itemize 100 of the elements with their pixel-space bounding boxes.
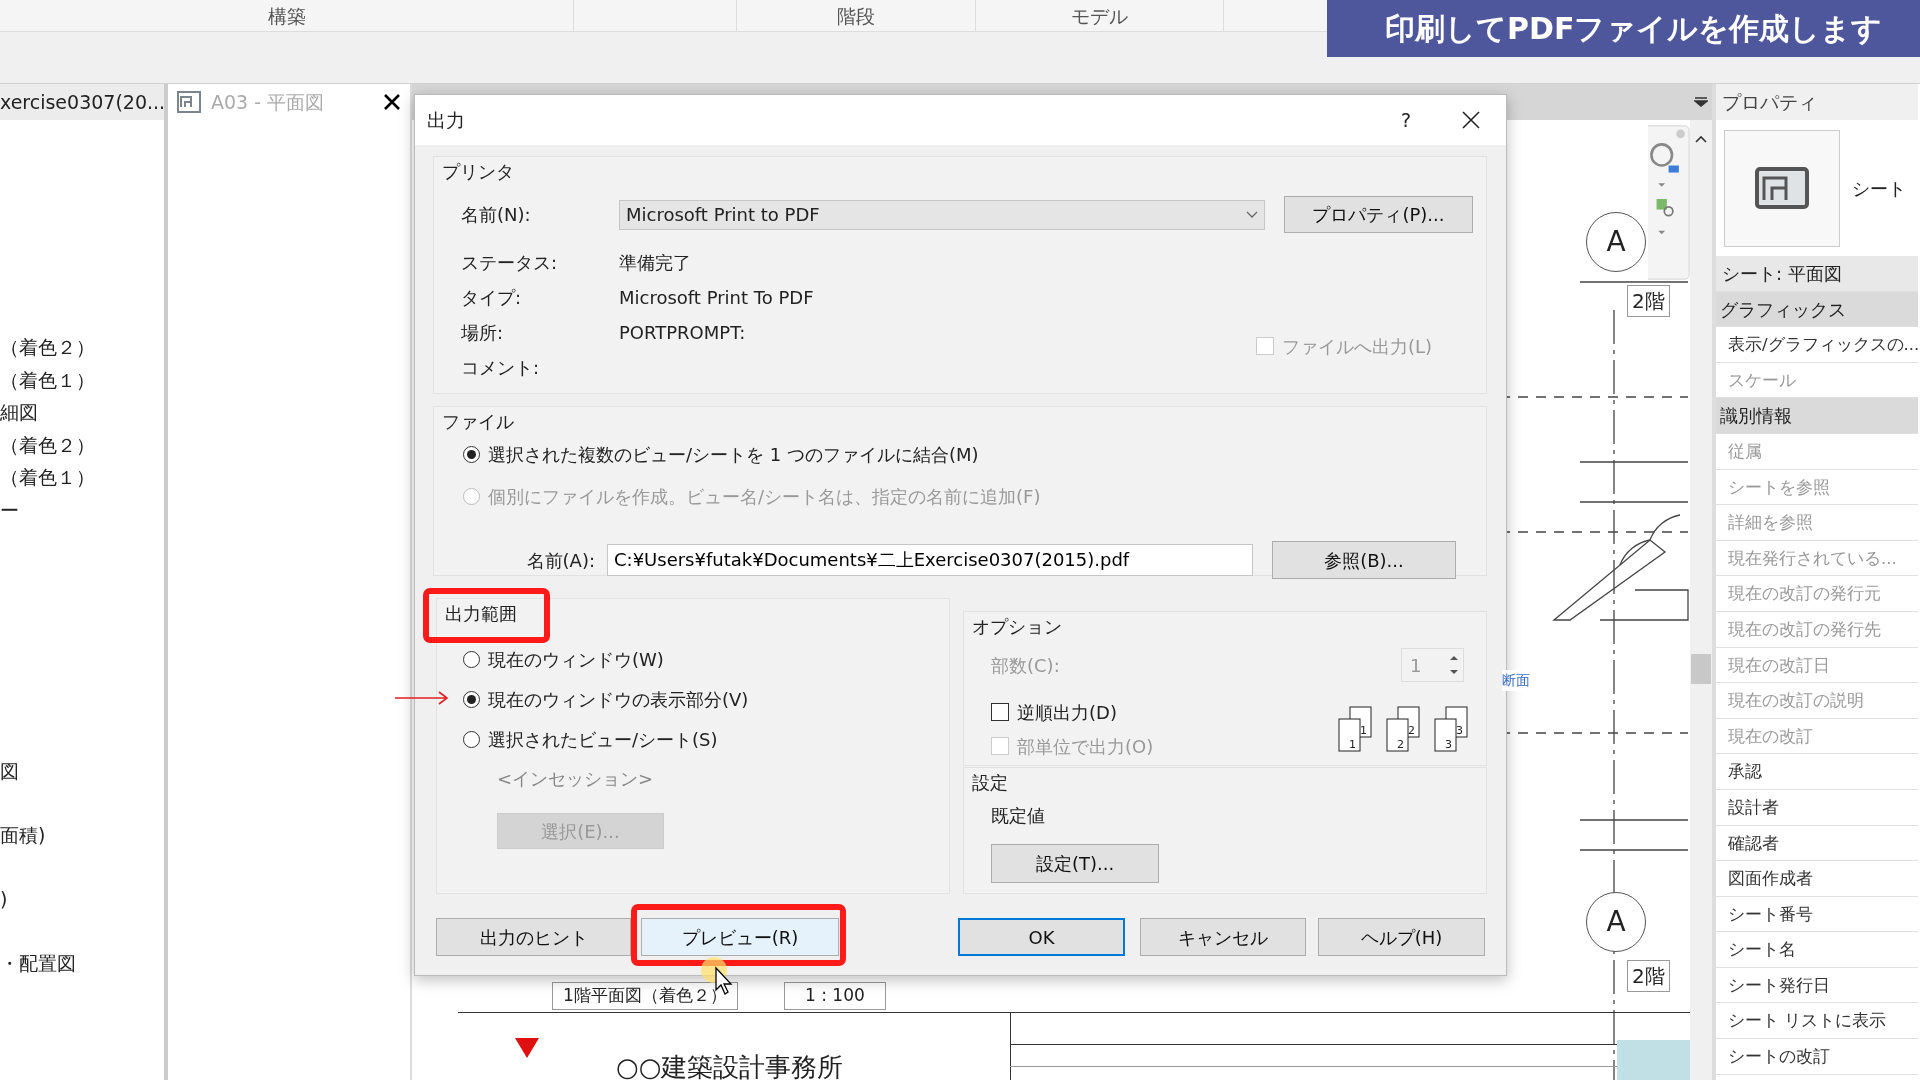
property-label: シート名 (1716, 932, 1918, 968)
dialog-title: 出力 (427, 107, 465, 133)
file-name-field[interactable]: C:¥Users¥futak¥Documents¥二上Exercise0307(2015).pdf (607, 544, 1253, 576)
field-label: 名前(A): (525, 548, 596, 573)
arrow-icon (395, 691, 449, 705)
triangle-marker-icon (515, 1038, 539, 1058)
dropdown-value: Microsoft Print to PDF (626, 203, 820, 227)
group-label: 出力範囲 (444, 603, 517, 625)
property-label: シート番号 (1716, 896, 1918, 933)
group-label: オプション (971, 616, 1062, 638)
property-label: 詳細を参照 (1716, 505, 1918, 541)
level-tag: 2階 (1627, 960, 1670, 992)
property-label: 設計者 (1716, 789, 1918, 826)
radio-label: 個別にファイルを作成。ビュー名/シート名は、指定の名前に追加(F) (488, 484, 1041, 509)
radio-button[interactable] (463, 650, 480, 668)
field-label: コメント: (461, 356, 541, 380)
settings-button[interactable]: 設定(T)... (991, 844, 1159, 883)
category-header[interactable]: 識別情報 (1716, 398, 1918, 434)
tooltip-banner: 印刷してPDFファイルを作成します (1327, 0, 1920, 57)
property-label: 現在の改訂 (1716, 718, 1918, 755)
group-label: ファイル (441, 411, 514, 433)
radio-label: 選択された複数のビュー/シートを 1 つのファイルに結合(M) (488, 442, 979, 467)
spinner-value: 1 (1410, 653, 1422, 678)
dialog-button[interactable]: キャンセル (1140, 918, 1306, 956)
help-button[interactable]: ? (1376, 105, 1436, 135)
section-label: 断面 (1502, 670, 1530, 691)
tree-item[interactable]: ー (0, 493, 164, 526)
ribbon-tab[interactable]: モデル (976, 0, 1224, 31)
property-label: シートを参照 (1716, 469, 1918, 506)
group-label: 設定 (971, 772, 1008, 794)
property-label: 図面作成者 (1716, 861, 1918, 897)
scale-label: 1 : 100 (784, 982, 886, 1010)
field-value: PORTPROMPT: (619, 321, 746, 345)
tree-item[interactable]: （着色１） (0, 461, 164, 494)
grid-bubble: A (1586, 892, 1646, 952)
sheet-icon (1754, 166, 1810, 210)
tree-item[interactable]: 細図 (0, 396, 164, 429)
radio-button[interactable] (463, 445, 480, 463)
radio-label: 選択されたビュー/シート(S) (488, 727, 718, 752)
tree-item[interactable]: 図 (0, 755, 164, 819)
field-label: 場所: (461, 321, 505, 345)
property-label: 現在の改訂日 (1716, 647, 1918, 684)
radio-button[interactable] (463, 690, 480, 708)
panel-title: プロパティ (1722, 89, 1817, 115)
radio-button[interactable] (463, 730, 480, 748)
browse-button[interactable]: 参照(B)... (1272, 541, 1456, 579)
office-name: ○○建築設計事務所 (616, 1052, 844, 1080)
dropdown-icon[interactable] (1694, 97, 1708, 107)
property-label: 現在の改訂の発行先 (1716, 611, 1918, 648)
property-label: シートの改訂 (1716, 1039, 1918, 1075)
scrollbar-thumb[interactable] (1691, 654, 1711, 684)
chevron-up-icon[interactable] (1694, 134, 1708, 144)
group-label: プリンタ (441, 161, 514, 183)
level-tag: 2階 (1627, 285, 1670, 317)
property-label: 従属 (1716, 433, 1918, 470)
field-value: Microsoft Print To PDF (619, 286, 814, 310)
property-label: 承認 (1716, 754, 1918, 790)
close-icon[interactable] (1462, 111, 1480, 129)
dialog-button[interactable]: プレビュー(R) (641, 918, 839, 956)
checkbox-label: ファイルへ出力(L) (1282, 334, 1433, 359)
instance-selector[interactable]: シート: 平面図 (1716, 256, 1918, 292)
tree-item[interactable]: （着色２） (0, 428, 164, 461)
tree-item[interactable]: （着色１） (0, 363, 164, 396)
tree-item[interactable]: 面積) (0, 819, 164, 883)
settings-value: 既定値 (990, 804, 1046, 828)
tree-item[interactable]: ・配置図 (0, 947, 164, 1011)
tree-item[interactable]: （着色２） (0, 331, 164, 364)
ribbon-tab[interactable]: 構築 (0, 0, 574, 31)
radio-label: 現在のウィンドウ(W) (488, 647, 664, 672)
checkbox-label: 逆順出力(D) (1017, 700, 1117, 725)
type-name: シート (1852, 176, 1906, 201)
property-label: 現在発行されている... (1716, 540, 1918, 577)
dialog-button[interactable]: 出力のヒント (436, 918, 631, 956)
grid-bubble: A (1586, 212, 1646, 272)
sheet-icon (176, 90, 202, 114)
property-label: 現在の改訂の発行元 (1716, 576, 1918, 612)
selection-name: <インセッション> (496, 767, 655, 791)
property-label: シート発行日 (1716, 967, 1918, 1004)
category-header[interactable]: グラフィックス (1716, 291, 1918, 328)
tree-item[interactable]: ) (0, 883, 164, 947)
printer-dropdown[interactable]: Microsoft Print to PDF (619, 199, 1265, 230)
field-label: タイプ: (461, 286, 523, 310)
chevron-down-icon (1246, 210, 1258, 219)
checkbox-label: 部単位で出力(O) (1017, 734, 1154, 759)
dialog-button[interactable]: OK (958, 918, 1125, 956)
property-label: シート リストに表示 (1716, 1003, 1918, 1040)
dialog-button[interactable]: ヘルプ(H) (1318, 918, 1485, 956)
field-value: 準備完了 (619, 251, 691, 275)
field-label: 名前(N): (461, 203, 532, 227)
property-label: 表示/グラフィックスの... (1716, 327, 1918, 363)
close-icon[interactable] (382, 92, 402, 112)
radio-label: 現在のウィンドウの表示部分(V) (488, 687, 749, 712)
property-label: 現在の改訂の説明 (1716, 683, 1918, 719)
field-label: 部数(C): (991, 653, 1060, 678)
field-label: ステータス: (461, 251, 559, 275)
view-title: 1階平面図（着色２） (552, 982, 738, 1010)
ribbon-tab[interactable]: 階段 (737, 0, 976, 31)
property-label: 確認者 (1716, 825, 1918, 862)
checkbox[interactable] (991, 703, 1009, 721)
properties-button[interactable]: プロパティ(P)... (1284, 196, 1473, 233)
